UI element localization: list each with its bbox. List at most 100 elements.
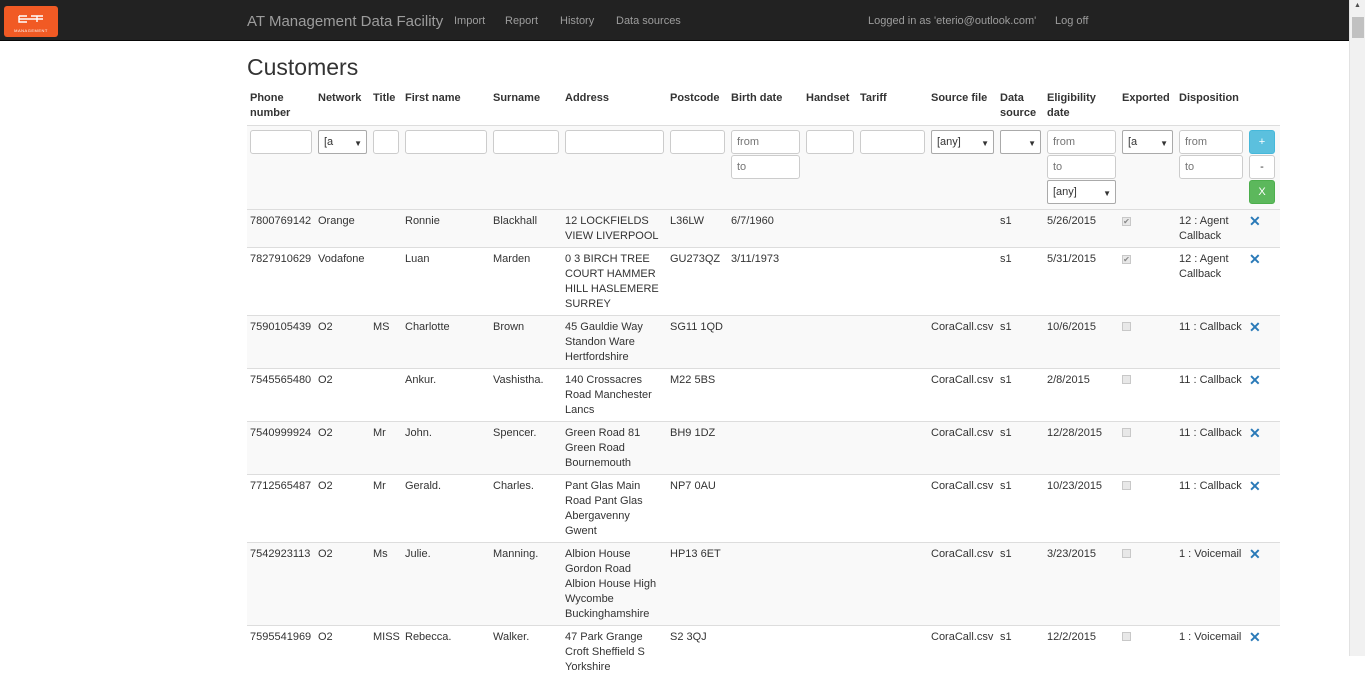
nav-data-sources[interactable]: Data sources — [616, 15, 681, 27]
cell-source-file — [928, 248, 997, 316]
table-row[interactable]: 7712565487O2MrGerald.Charles.Pant Glas M… — [247, 475, 1280, 543]
filter-tariff-input[interactable] — [860, 130, 925, 154]
remove-filter-button[interactable]: - — [1249, 155, 1275, 179]
filter-data-source-select[interactable]: ▼ — [1000, 130, 1041, 154]
col-exported[interactable]: Exported — [1119, 88, 1176, 126]
delete-row-icon[interactable]: ✕ — [1249, 478, 1261, 494]
col-data-source[interactable]: Data source — [997, 88, 1044, 126]
cell-first: Gerald. — [402, 475, 490, 543]
delete-row-icon[interactable]: ✕ — [1249, 629, 1261, 645]
col-first-name[interactable]: First name — [402, 88, 490, 126]
cell-handset — [803, 316, 857, 369]
filter-postcode-input[interactable] — [670, 130, 725, 154]
cell-exported — [1119, 369, 1176, 422]
col-source-file[interactable]: Source file — [928, 88, 997, 126]
scroll-up-arrow-icon[interactable]: ▲ — [1354, 2, 1361, 9]
filter-eligibility-select[interactable]: [any]▼ — [1047, 180, 1116, 204]
filter-eligibility-to-input[interactable] — [1047, 155, 1116, 179]
table-row[interactable]: 7595541969O2MISSRebecca.Walker.47 Park G… — [247, 626, 1280, 678]
col-actions — [1246, 88, 1280, 126]
delete-row-icon[interactable]: ✕ — [1249, 425, 1261, 441]
cell-first: Ronnie — [402, 210, 490, 248]
logout-link[interactable]: Log off — [1055, 15, 1088, 27]
cell-birth — [728, 316, 803, 369]
col-surname[interactable]: Surname — [490, 88, 562, 126]
cell-source-file: CoraCall.csv — [928, 543, 997, 626]
exported-checkbox[interactable] — [1122, 375, 1131, 384]
col-phone[interactable]: Phone number — [247, 88, 315, 126]
filter-disposition-from-input[interactable] — [1179, 130, 1243, 154]
header-row: Phone number Network Title First name Su… — [247, 88, 1280, 126]
cell-phone: 7542923113 — [247, 543, 315, 626]
table-row[interactable]: 7545565480O2Ankur.Vashistha.140 Crossacr… — [247, 369, 1280, 422]
filter-address-input[interactable] — [565, 130, 664, 154]
exported-checkbox[interactable] — [1122, 322, 1131, 331]
filter-title-input[interactable] — [373, 130, 399, 154]
table-row[interactable]: 7540999924O2MrJohn.Spencer.Green Road 81… — [247, 422, 1280, 475]
cell-birth: 3/11/1973 — [728, 248, 803, 316]
filter-first-name-input[interactable] — [405, 130, 487, 154]
col-address[interactable]: Address — [562, 88, 667, 126]
filter-birth-from-input[interactable] — [731, 130, 800, 154]
nav-import[interactable]: Import — [454, 15, 485, 27]
filter-exported-value: [a — [1128, 136, 1137, 148]
brand-logo[interactable]: MANAGEMENT — [4, 6, 58, 37]
cell-actions: ✕ — [1246, 316, 1280, 369]
filter-network-value: [a — [324, 136, 333, 148]
cell-surname: Marden — [490, 248, 562, 316]
exported-checkbox[interactable] — [1122, 549, 1131, 558]
filter-exported-select[interactable]: [a▼ — [1122, 130, 1173, 154]
col-handset[interactable]: Handset — [803, 88, 857, 126]
exported-checkbox[interactable] — [1122, 481, 1131, 490]
cell-eligibility: 10/6/2015 — [1044, 316, 1119, 369]
col-tariff[interactable]: Tariff — [857, 88, 928, 126]
logged-in-user[interactable]: Logged in as 'eterio@outlook.com' — [868, 15, 1036, 27]
filter-handset-input[interactable] — [806, 130, 854, 154]
table-row[interactable]: 7542923113O2MsJulie.Manning.Albion House… — [247, 543, 1280, 626]
cell-birth — [728, 369, 803, 422]
app-title[interactable]: AT Management Data Facility — [247, 13, 443, 30]
vertical-scrollbar[interactable]: ▲ — [1349, 0, 1365, 656]
delete-row-icon[interactable]: ✕ — [1249, 251, 1261, 267]
delete-row-icon[interactable]: ✕ — [1249, 319, 1261, 335]
scroll-thumb[interactable] — [1352, 17, 1364, 38]
filter-birth-to-input[interactable] — [731, 155, 800, 179]
clear-filters-button[interactable]: X — [1249, 180, 1275, 204]
nav-history[interactable]: History — [560, 15, 594, 27]
col-birth-date[interactable]: Birth date — [728, 88, 803, 126]
col-title[interactable]: Title — [370, 88, 402, 126]
cell-birth — [728, 626, 803, 678]
cell-surname: Vashistha. — [490, 369, 562, 422]
col-eligibility-date[interactable]: Eligibility date — [1044, 88, 1119, 126]
filter-surname-input[interactable] — [493, 130, 559, 154]
filter-network-select[interactable]: [a▼ — [318, 130, 367, 154]
col-disposition[interactable]: Disposition — [1176, 88, 1246, 126]
cell-data-source: s1 — [997, 543, 1044, 626]
exported-checkbox-checked[interactable]: ✔ — [1122, 255, 1131, 264]
filter-phone-input[interactable] — [250, 130, 312, 154]
filter-source-file-select[interactable]: [any]▼ — [931, 130, 994, 154]
delete-row-icon[interactable]: ✕ — [1249, 213, 1261, 229]
col-network[interactable]: Network — [315, 88, 370, 126]
table-row[interactable]: 7827910629VodafoneLuanMarden0 3 BIRCH TR… — [247, 248, 1280, 316]
delete-row-icon[interactable]: ✕ — [1249, 372, 1261, 388]
nav-report[interactable]: Report — [505, 15, 538, 27]
cell-handset — [803, 475, 857, 543]
exported-checkbox[interactable] — [1122, 632, 1131, 641]
cell-source-file: CoraCall.csv — [928, 369, 997, 422]
cell-phone: 7595541969 — [247, 626, 315, 678]
exported-checkbox-checked[interactable]: ✔ — [1122, 217, 1131, 226]
table-row[interactable]: 7800769142OrangeRonnieBlackhall12 LOCKFI… — [247, 210, 1280, 248]
col-postcode[interactable]: Postcode — [667, 88, 728, 126]
filter-eligibility-from-input[interactable] — [1047, 130, 1116, 154]
delete-row-icon[interactable]: ✕ — [1249, 546, 1261, 562]
cell-first: Charlotte — [402, 316, 490, 369]
filter-disposition-to-input[interactable] — [1179, 155, 1243, 179]
exported-checkbox[interactable] — [1122, 428, 1131, 437]
table-row[interactable]: 7590105439O2MSCharlotteBrown45 Gauldie W… — [247, 316, 1280, 369]
add-filter-button[interactable]: + — [1249, 130, 1275, 154]
chevron-down-icon: ▼ — [1103, 186, 1111, 201]
cell-disposition: 1 : Voicemail — [1176, 543, 1246, 626]
cell-eligibility: 5/31/2015 — [1044, 248, 1119, 316]
chevron-down-icon: ▼ — [981, 136, 989, 151]
